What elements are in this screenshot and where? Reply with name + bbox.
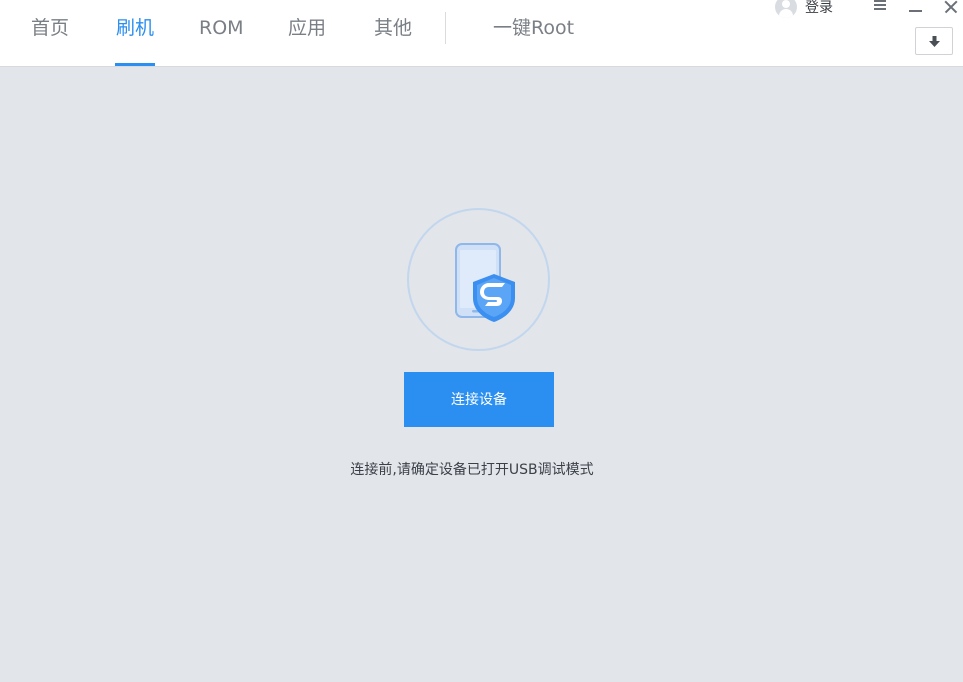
login-button[interactable]: 登录 [775,0,833,19]
tab-rom[interactable]: ROM [199,14,244,42]
tab-one-click-root[interactable]: 一键Root [493,14,574,42]
login-label: 登录 [805,0,833,16]
app-window: 首页 刷机 ROM 应用 其他 一键Root 登录 连接设备 连接前,请确定设备… [0,0,963,682]
connect-device-button[interactable]: 连接设备 [404,372,554,427]
usb-debug-hint: 连接前,请确定设备已打开USB调试模式 [350,462,594,478]
top-nav-bar: 首页 刷机 ROM 应用 其他 一键Root 登录 [0,0,963,67]
phone-shield-icon [455,243,515,322]
close-icon[interactable] [941,0,961,17]
tab-home[interactable]: 首页 [31,14,69,42]
download-icon [929,36,940,47]
device-status-illustration [407,208,550,351]
tab-apps[interactable]: 应用 [288,14,326,42]
active-tab-indicator [115,63,155,66]
menu-icon[interactable] [870,0,890,17]
user-avatar-icon [775,0,797,18]
minimize-icon[interactable] [905,0,925,17]
download-button[interactable] [915,27,953,55]
tab-flash[interactable]: 刷机 [116,14,154,42]
nav-divider [445,12,446,44]
tab-other[interactable]: 其他 [374,14,412,42]
